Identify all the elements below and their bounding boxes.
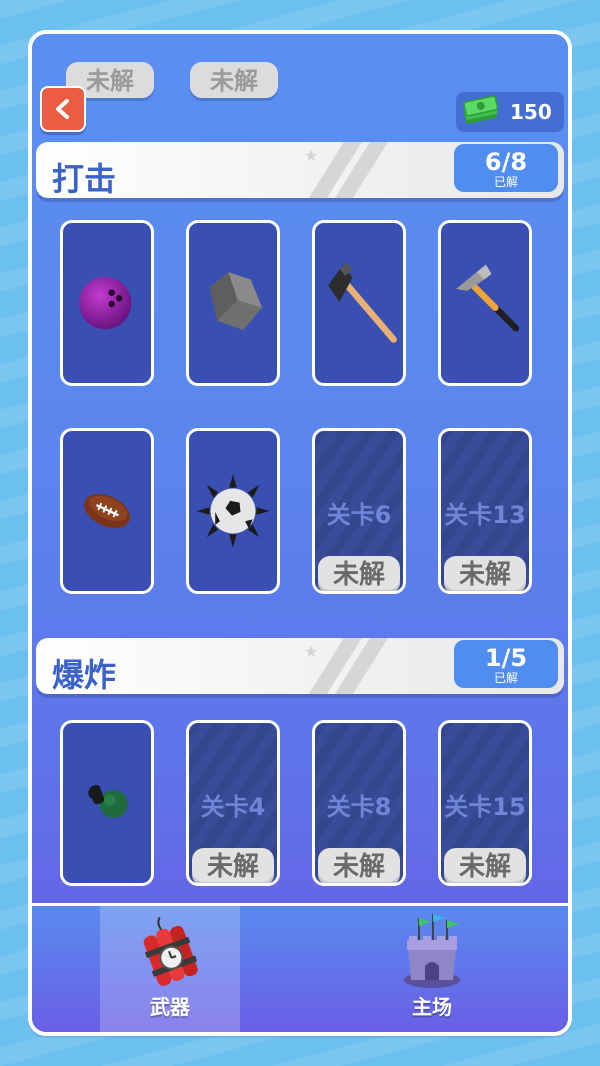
- section-header-explosive: ★ ★ 爆炸 1/5 已解: [36, 634, 564, 696]
- unlock-level-label: 关卡13: [444, 501, 526, 529]
- weapon-card-hammer[interactable]: [438, 220, 532, 386]
- spiked-ball-icon: [196, 474, 270, 548]
- weapons-screen: 未解 未解 150 ★ ★ 打击 6/8 已解 关卡6 未解 关卡13 未解 ★…: [32, 34, 568, 1032]
- unlock-count-badge: 6/8 已解: [454, 144, 558, 192]
- weapon-card-spiked-ball[interactable]: [186, 428, 280, 594]
- dynamite-icon: [143, 916, 198, 986]
- star-icon: ★: [304, 146, 319, 165]
- weapon-card-rock[interactable]: [186, 220, 280, 386]
- rock-icon: [209, 272, 263, 331]
- castle-icon: [404, 914, 460, 988]
- locked-badge: 未解: [444, 556, 526, 591]
- nav-label: 主场: [412, 995, 452, 1019]
- star-icon: ★: [366, 156, 377, 170]
- hammer-icon: [455, 264, 520, 332]
- chevron-left-icon: [56, 99, 69, 119]
- football-icon: [84, 493, 130, 529]
- unlock-level-label: 关卡15: [444, 793, 526, 821]
- weapon-card-football[interactable]: [60, 428, 154, 594]
- nav-tab-home[interactable]: 主场: [362, 906, 502, 1032]
- bottom-nav: 武器 主场: [32, 903, 568, 1032]
- grenade-icon: [88, 784, 128, 818]
- back-button[interactable]: [40, 86, 86, 132]
- unlock-level-label: 关卡4: [200, 793, 266, 821]
- unlock-count-label: 已解: [493, 671, 518, 685]
- cash-stack-icon: [463, 95, 499, 124]
- locked-card[interactable]: 关卡13 未解: [438, 428, 532, 594]
- star-icon: ★: [304, 642, 319, 661]
- cash-value: 150: [510, 100, 552, 124]
- section-title: 爆炸: [52, 656, 117, 694]
- peek-lock-label: 未解: [210, 67, 258, 95]
- phone-frame: 未解 未解 150 ★ ★ 打击 6/8 已解 关卡6 未解 关卡13 未解 ★…: [28, 30, 572, 1036]
- nav-label: 武器: [150, 995, 190, 1019]
- cash-counter: 150: [456, 92, 564, 132]
- weapon-card-grenade[interactable]: [60, 720, 154, 886]
- unlock-count: 1/5: [484, 644, 528, 672]
- locked-card[interactable]: 关卡15 未解: [438, 720, 532, 886]
- nav-tab-weapons[interactable]: 武器: [100, 906, 240, 1032]
- unlock-level-label: 关卡8: [326, 793, 392, 821]
- locked-badge: 未解: [192, 848, 274, 883]
- section-title: 打击: [52, 160, 117, 198]
- locked-badge: 未解: [444, 848, 526, 883]
- weapon-card-axe[interactable]: [312, 220, 406, 386]
- unlock-count-label: 已解: [493, 175, 518, 189]
- unlock-count-badge: 1/5 已解: [454, 640, 558, 688]
- locked-badge: 未解: [318, 556, 400, 591]
- bowling-ball-icon: [78, 276, 132, 330]
- unlock-count: 6/8: [484, 148, 528, 176]
- locked-card[interactable]: 关卡4 未解: [186, 720, 280, 886]
- weapon-card-bowling-ball[interactable]: [60, 220, 154, 386]
- locked-badge: 未解: [318, 848, 400, 883]
- peek-lock-pill: 未解: [190, 62, 278, 98]
- unlock-level-label: 关卡6: [326, 501, 392, 529]
- locked-card[interactable]: 关卡8 未解: [312, 720, 406, 886]
- star-icon: ★: [366, 652, 377, 666]
- section-header-strike: ★ ★ 打击 6/8 已解: [36, 138, 564, 200]
- axe-icon: [328, 262, 397, 343]
- locked-card[interactable]: 关卡6 未解: [312, 428, 406, 594]
- peek-lock-label: 未解: [86, 67, 134, 95]
